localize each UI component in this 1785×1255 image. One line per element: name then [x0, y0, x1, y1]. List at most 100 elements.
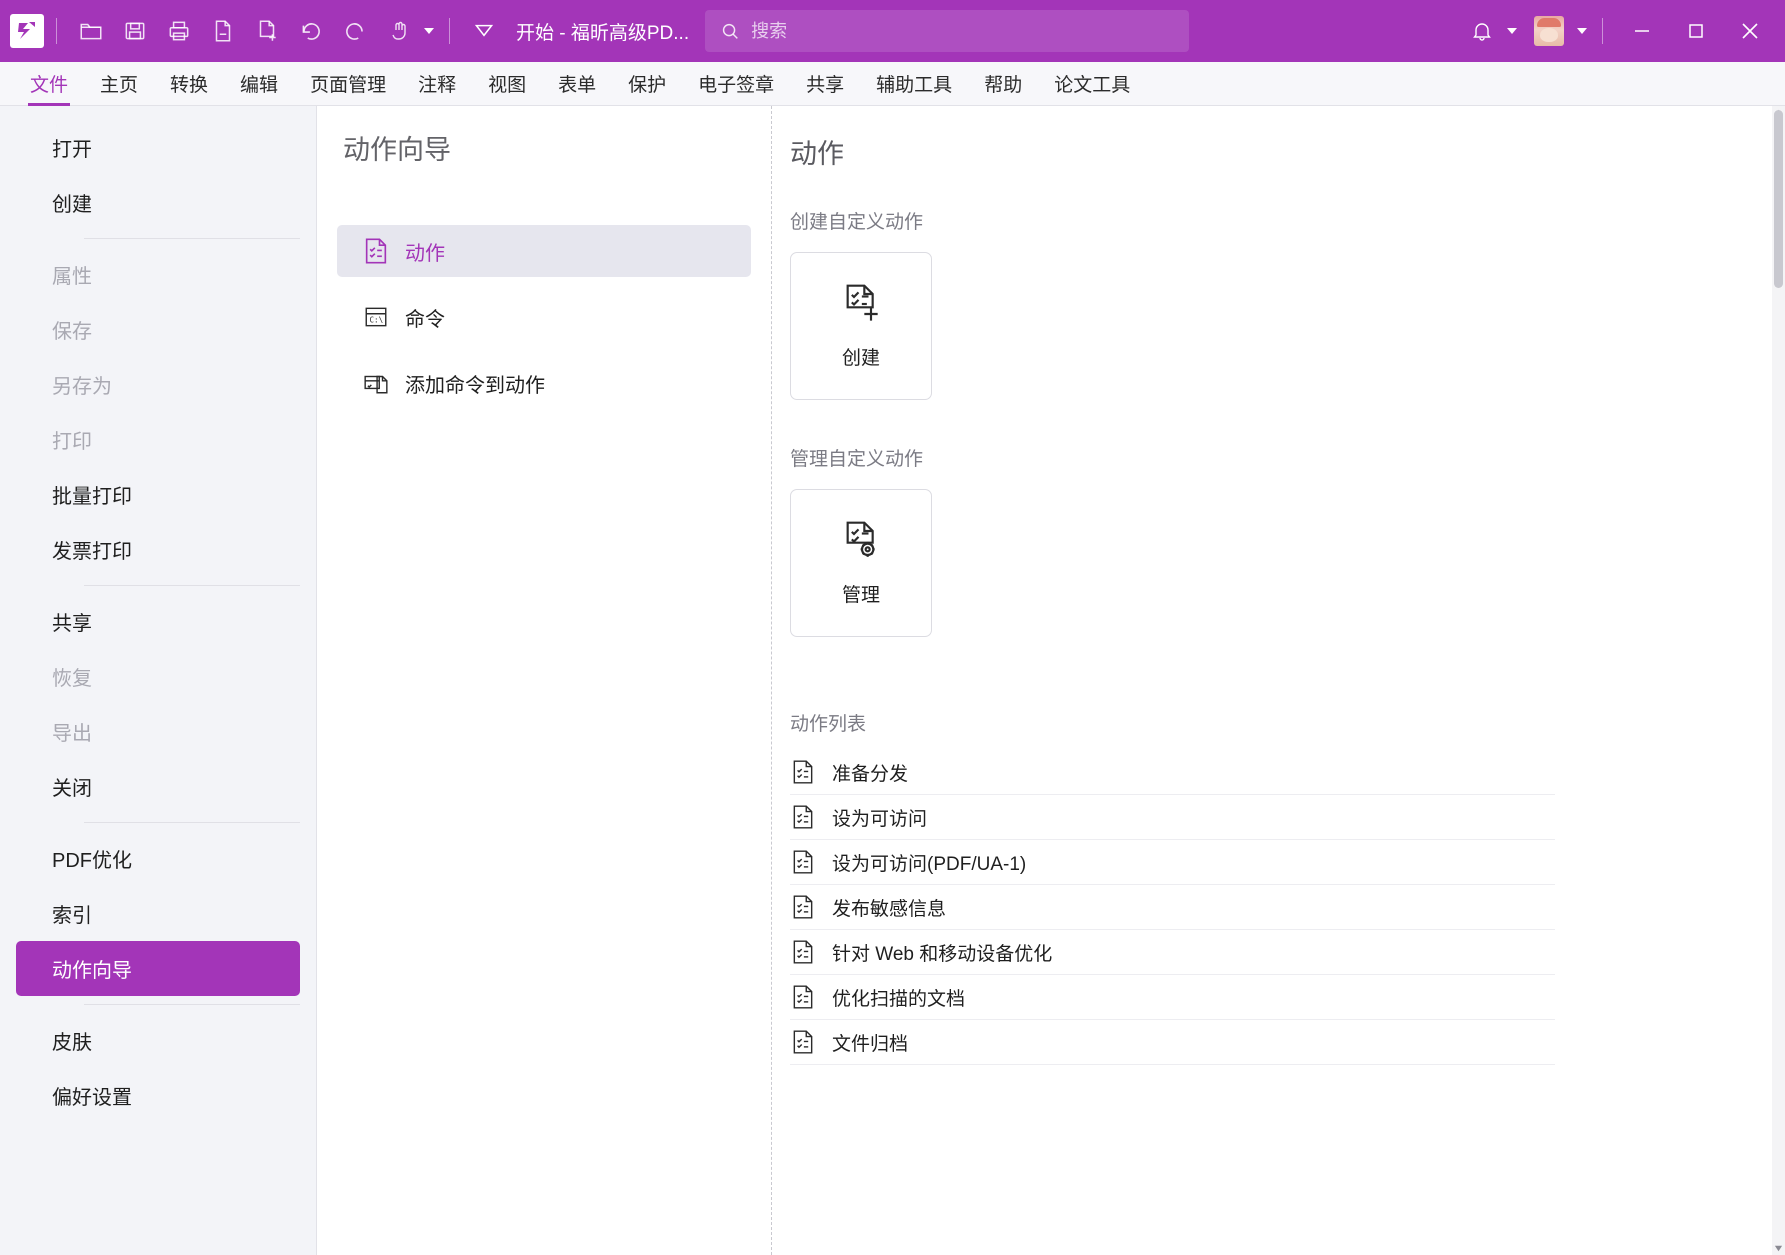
sidebar-divider-2: [84, 585, 300, 586]
tab-view[interactable]: 视图: [472, 62, 542, 106]
action-list-item-label: 针对 Web 和移动设备优化: [832, 939, 1052, 966]
create-action-card[interactable]: 创建: [790, 252, 932, 400]
tab-file[interactable]: 文件: [14, 62, 84, 106]
print-icon[interactable]: [157, 9, 201, 53]
ribbon-tab-bar: 文件 主页 转换 编辑 页面管理 注释 视图 表单 保护 电子签章 共享 辅助工…: [0, 62, 1785, 106]
sidebar-item-close[interactable]: 关闭: [16, 759, 300, 814]
create-section-label: 创建自定义动作: [772, 207, 1785, 234]
sidebar-item-pdf-optimize[interactable]: PDF优化: [16, 831, 300, 886]
foxit-logo-glyph: [16, 20, 38, 42]
undo-icon[interactable]: [289, 9, 333, 53]
title-bar: 开始 - 福昕高级PD...: [0, 0, 1785, 62]
new-blank-icon[interactable]: [245, 9, 289, 53]
notification-dropdown-icon[interactable]: [1504, 9, 1520, 53]
midpanel-item-add-command-to-action[interactable]: 添加命令到动作: [337, 357, 751, 409]
action-list-item[interactable]: 文件归档: [790, 1020, 1555, 1065]
action-checklist-icon: [790, 759, 816, 785]
sidebar-item-open[interactable]: 打开: [16, 120, 300, 175]
hand-tool-dropdown-icon[interactable]: [421, 9, 437, 53]
sidebar-divider-1: [84, 238, 300, 239]
sidebar-item-action-wizard[interactable]: 动作向导: [16, 941, 300, 996]
manage-action-card[interactable]: 管理: [790, 489, 932, 637]
save-icon[interactable]: [113, 9, 157, 53]
tab-edit[interactable]: 编辑: [224, 62, 294, 106]
account-dropdown-icon[interactable]: [1574, 9, 1590, 53]
sidebar-item-print: 打印: [16, 412, 300, 467]
minimize-button[interactable]: [1615, 8, 1669, 54]
panel-title: 动作向导: [317, 128, 771, 167]
sidebar-item-create[interactable]: 创建: [16, 175, 300, 230]
sidebar-item-skin[interactable]: 皮肤: [16, 1013, 300, 1068]
vertical-scrollbar[interactable]: [1772, 106, 1785, 1255]
search-icon: [719, 20, 741, 42]
maximize-button[interactable]: [1669, 8, 1723, 54]
sidebar-divider-4: [84, 1004, 300, 1005]
midpanel-item-command[interactable]: C:\ 命令: [337, 291, 751, 343]
svg-text:C:\: C:\: [370, 315, 384, 324]
search-box[interactable]: [705, 10, 1189, 52]
scroll-down-arrow-icon[interactable]: [1772, 1242, 1785, 1255]
file-menu-sidebar: 打开 创建 属性 保存 另存为 打印 批量打印 发票打印 共享 恢复 导出 关闭…: [0, 106, 317, 1255]
midpanel-item-label: 添加命令到动作: [405, 369, 545, 398]
action-checklist-icon: [790, 849, 816, 875]
tab-accessibility[interactable]: 辅助工具: [860, 62, 968, 106]
action-list-item-label: 设为可访问(PDF/UA-1): [832, 849, 1026, 876]
document-title: 开始 - 福昕高级PD...: [516, 18, 689, 45]
tab-form[interactable]: 表单: [542, 62, 612, 106]
backstage-body: 打开 创建 属性 保存 另存为 打印 批量打印 发票打印 共享 恢复 导出 关闭…: [0, 106, 1785, 1255]
action-panel-title: 动作: [772, 132, 1785, 171]
tab-convert[interactable]: 转换: [154, 62, 224, 106]
avatar[interactable]: [1534, 16, 1564, 46]
tab-comment[interactable]: 注释: [402, 62, 472, 106]
sidebar-item-preferences[interactable]: 偏好设置: [16, 1068, 300, 1123]
sidebar-item-index[interactable]: 索引: [16, 886, 300, 941]
action-list-item-label: 设为可访问: [832, 804, 927, 831]
tab-home[interactable]: 主页: [84, 62, 154, 106]
redo-icon[interactable]: [333, 9, 377, 53]
action-list-item[interactable]: 发布敏感信息: [790, 885, 1555, 930]
sidebar-item-share[interactable]: 共享: [16, 594, 300, 649]
app-logo-icon: [10, 14, 44, 48]
action-list-item[interactable]: 设为可访问(PDF/UA-1): [790, 840, 1555, 885]
action-list-item[interactable]: 针对 Web 和移动设备优化: [790, 930, 1555, 975]
action-list-item-label: 优化扫描的文档: [832, 984, 965, 1011]
toolbar-separator-1: [56, 18, 57, 44]
sidebar-item-save: 保存: [16, 302, 300, 357]
create-action-icon: [841, 282, 881, 331]
tab-help[interactable]: 帮助: [968, 62, 1038, 106]
action-checklist-icon: [790, 1029, 816, 1055]
add-command-to-action-icon: [361, 368, 391, 398]
tab-page-manage[interactable]: 页面管理: [294, 62, 402, 106]
create-from-file-icon[interactable]: [201, 9, 245, 53]
toolbar-separator-2: [449, 18, 450, 44]
action-list-item[interactable]: 设为可访问: [790, 795, 1555, 840]
midpanel-item-action[interactable]: 动作: [337, 225, 751, 277]
action-checklist-icon: [790, 939, 816, 965]
action-checklist-icon: [790, 894, 816, 920]
sidebar-item-properties: 属性: [16, 247, 300, 302]
sidebar-item-export: 导出: [16, 704, 300, 759]
action-checklist-icon: [790, 804, 816, 830]
titlebar-right-controls: [1460, 8, 1785, 54]
notification-bell-icon[interactable]: [1460, 9, 1504, 53]
search-input[interactable]: [751, 21, 1151, 42]
sidebar-item-invoice-print[interactable]: 发票打印: [16, 522, 300, 577]
open-icon[interactable]: [69, 9, 113, 53]
action-list-label: 动作列表: [772, 709, 1785, 736]
action-list-item[interactable]: 优化扫描的文档: [790, 975, 1555, 1020]
create-action-label: 创建: [842, 343, 880, 370]
manage-action-icon: [841, 519, 881, 568]
customize-toolbar-icon[interactable]: [462, 9, 506, 53]
sidebar-divider-3: [84, 822, 300, 823]
action-list-item[interactable]: 准备分发: [790, 750, 1555, 795]
scrollbar-thumb[interactable]: [1774, 110, 1783, 288]
hand-tool-icon[interactable]: [377, 9, 421, 53]
tab-esign[interactable]: 电子签章: [682, 62, 790, 106]
tab-paper-tools[interactable]: 论文工具: [1038, 62, 1146, 106]
action-list-item-label: 文件归档: [832, 1029, 908, 1056]
tab-share[interactable]: 共享: [790, 62, 860, 106]
tab-protect[interactable]: 保护: [612, 62, 682, 106]
sidebar-item-batch-print[interactable]: 批量打印: [16, 467, 300, 522]
action-checklist-icon: [361, 236, 391, 266]
close-button[interactable]: [1723, 8, 1777, 54]
